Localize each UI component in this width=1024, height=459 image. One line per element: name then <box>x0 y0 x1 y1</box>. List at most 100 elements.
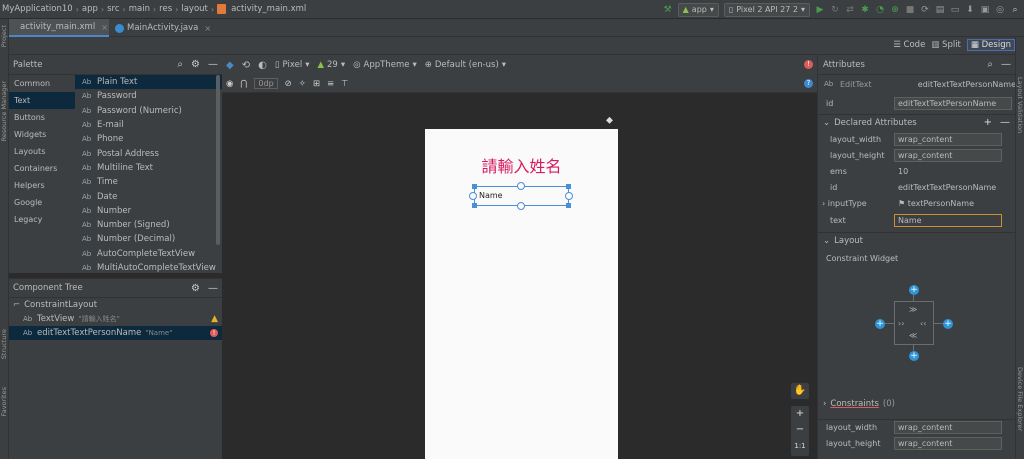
api-dropdown[interactable]: ▲ 29 ▾ <box>317 60 345 70</box>
close-icon[interactable]: × <box>101 23 108 32</box>
device-file-explorer-tool-tab[interactable]: Device File Explorer <box>1016 367 1024 431</box>
breadcrumb-item[interactable]: app <box>82 4 98 14</box>
tab-activity-main[interactable]: activity_main.xml × <box>9 19 109 37</box>
breadcrumb-item[interactable]: src <box>107 4 119 14</box>
favorites-tool-tab[interactable]: Favorites <box>0 387 8 416</box>
magnet-icon[interactable]: ⋂ <box>240 79 247 89</box>
palette-item[interactable]: Ab E-mail <box>75 118 222 132</box>
zoom-out-button[interactable]: − <box>791 422 809 438</box>
attach-debugger-icon[interactable]: ⊕ <box>890 5 900 15</box>
vertical-size-icon[interactable]: ≫ <box>909 305 917 314</box>
minimize-icon[interactable]: — <box>208 59 218 70</box>
tree-item-constraint-layout[interactable]: ⌐ ConstraintLayout <box>9 298 222 312</box>
palette-item[interactable]: Ab Number (Decimal) <box>75 232 222 246</box>
palette-category-common[interactable]: Common <box>9 75 75 92</box>
attr-value-select[interactable]: wrap_content <box>894 148 1002 162</box>
palette-category-containers[interactable]: Containers <box>9 160 75 177</box>
declared-attributes-section[interactable]: ⌄ Declared Attributes + — <box>818 114 1016 130</box>
add-top-constraint-icon[interactable]: + <box>909 285 919 295</box>
run-config-select[interactable]: ▲ app ▾ <box>677 2 719 17</box>
device-dropdown[interactable]: ▯ Pixel ▾ <box>275 60 310 70</box>
night-mode-icon[interactable]: ◐ <box>258 60 267 71</box>
tab-main-activity[interactable]: MainActivity.java × <box>109 19 217 37</box>
layout-section[interactable]: ⌄ Layout <box>818 232 1016 248</box>
add-attribute-icon[interactable]: + <box>984 117 992 128</box>
constraint-anchor-top[interactable] <box>517 182 525 190</box>
attr-value-select[interactable]: wrap_content <box>894 132 1002 146</box>
attr-value[interactable]: ⚑ textPersonName <box>894 199 1016 208</box>
palette-item[interactable]: Ab Number <box>75 204 222 218</box>
vertical-size-icon[interactable]: ≪ <box>909 331 917 340</box>
locale-dropdown[interactable]: ⊕ Default (en-us) ▾ <box>425 60 506 70</box>
pan-icon[interactable]: ✋ <box>791 383 809 399</box>
palette-item[interactable]: Ab Number (Signed) <box>75 218 222 232</box>
layout-validation-tool-tab[interactable]: Layout Validation <box>1016 77 1024 133</box>
pack-icon[interactable]: ⊞ <box>313 79 320 89</box>
horizontal-size-icon[interactable]: ‹‹ <box>920 319 926 328</box>
palette-category-buttons[interactable]: Buttons <box>9 109 75 126</box>
code-view-button[interactable]: ☰ Code <box>893 40 925 50</box>
add-left-constraint-icon[interactable]: + <box>875 319 885 329</box>
clear-constraints-icon[interactable]: ⊘ <box>285 79 292 89</box>
palette-item[interactable]: Ab Plain Text <box>75 75 222 90</box>
horizontal-size-icon[interactable]: ›› <box>898 319 904 328</box>
pin-icon[interactable]: ⬥ <box>606 115 613 126</box>
device-preview[interactable]: 請輸入姓名 Name <box>425 129 618 459</box>
error-icon[interactable]: ! <box>210 329 218 337</box>
layout-inspector-icon[interactable]: ▣ <box>980 5 990 15</box>
palette-category-layouts[interactable]: Layouts <box>9 143 75 160</box>
palette-category-text[interactable]: Text <box>9 92 75 109</box>
palette-item[interactable]: Ab MultiAutoCompleteTextView <box>75 261 222 275</box>
palette-category-helpers[interactable]: Helpers <box>9 177 75 194</box>
warning-icon[interactable]: ▲ <box>211 314 218 324</box>
palette-category-google[interactable]: Google <box>9 194 75 211</box>
search-icon[interactable]: ⌕ <box>177 59 183 70</box>
eye-icon[interactable]: ◉ <box>226 79 233 89</box>
apply-code-changes-icon[interactable]: ⇄ <box>845 5 855 15</box>
default-margin-field[interactable]: 0dp <box>254 78 278 89</box>
palette-item[interactable]: Ab Password <box>75 89 222 103</box>
add-bottom-constraint-icon[interactable]: + <box>909 351 919 361</box>
run-icon[interactable]: ▶ <box>815 5 825 15</box>
hammer-icon[interactable]: ⚒ <box>663 5 673 15</box>
attr-value[interactable]: 10 <box>894 167 1016 176</box>
help-icon[interactable]: ? <box>804 79 813 88</box>
attr-value-select[interactable]: wrap_content <box>894 421 1002 434</box>
gear-icon[interactable]: ⚙ <box>191 59 200 70</box>
palette-item[interactable]: Ab Password (Numeric) <box>75 104 222 118</box>
breadcrumb-item[interactable]: res <box>159 4 172 14</box>
constraint-anchor-right[interactable] <box>565 192 573 200</box>
palette-category-legacy[interactable]: Legacy <box>9 211 75 228</box>
stop-icon[interactable]: ■ <box>905 5 915 15</box>
zoom-actual-size-button[interactable]: 1:1 <box>791 438 809 454</box>
breadcrumb-item[interactable]: main <box>129 4 150 14</box>
constraints-section[interactable]: › Constraints (0) <box>818 396 1016 412</box>
constraint-anchor-left[interactable] <box>469 192 477 200</box>
palette-item[interactable]: Ab Date <box>75 189 222 203</box>
breadcrumb-project[interactable]: MyApplication10 <box>2 4 73 14</box>
zoom-in-button[interactable]: + <box>791 406 809 422</box>
constraint-anchor-bottom[interactable] <box>517 202 525 210</box>
profile-icon[interactable]: ◔ <box>875 5 885 15</box>
align-icon[interactable]: ≡ <box>327 79 334 89</box>
guidelines-icon[interactable]: ⊤ <box>341 79 348 89</box>
resize-handle[interactable] <box>472 184 477 189</box>
resource-manager-tool-tab[interactable]: Resource Manager <box>0 81 8 141</box>
resize-handle[interactable] <box>566 184 571 189</box>
add-right-constraint-icon[interactable]: + <box>943 319 953 329</box>
remove-attribute-icon[interactable]: — <box>1000 117 1010 128</box>
gear-icon[interactable]: ⚙ <box>191 283 200 294</box>
tree-item-textview[interactable]: Ab TextView "請輸入姓名" ▲ <box>9 312 222 326</box>
orientation-icon[interactable]: ⟲ <box>242 60 250 71</box>
attr-value[interactable]: editTextTextPersonName <box>894 183 1016 192</box>
profile-user-icon[interactable]: ◎ <box>995 5 1005 15</box>
palette-item[interactable]: Ab Multiline Text <box>75 161 222 175</box>
sync-gradle-icon[interactable]: ⟳ <box>920 5 930 15</box>
structure-tool-tab[interactable]: Structure <box>0 329 8 359</box>
layers-icon[interactable]: ◆ <box>226 60 234 71</box>
error-icon[interactable]: ! <box>804 60 813 69</box>
folder-icon[interactable]: ▤ <box>935 5 945 15</box>
minimize-icon[interactable]: — <box>208 283 218 294</box>
infer-constraints-icon[interactable]: ✧ <box>299 79 306 89</box>
search-icon[interactable]: ⌕ <box>1010 5 1020 15</box>
